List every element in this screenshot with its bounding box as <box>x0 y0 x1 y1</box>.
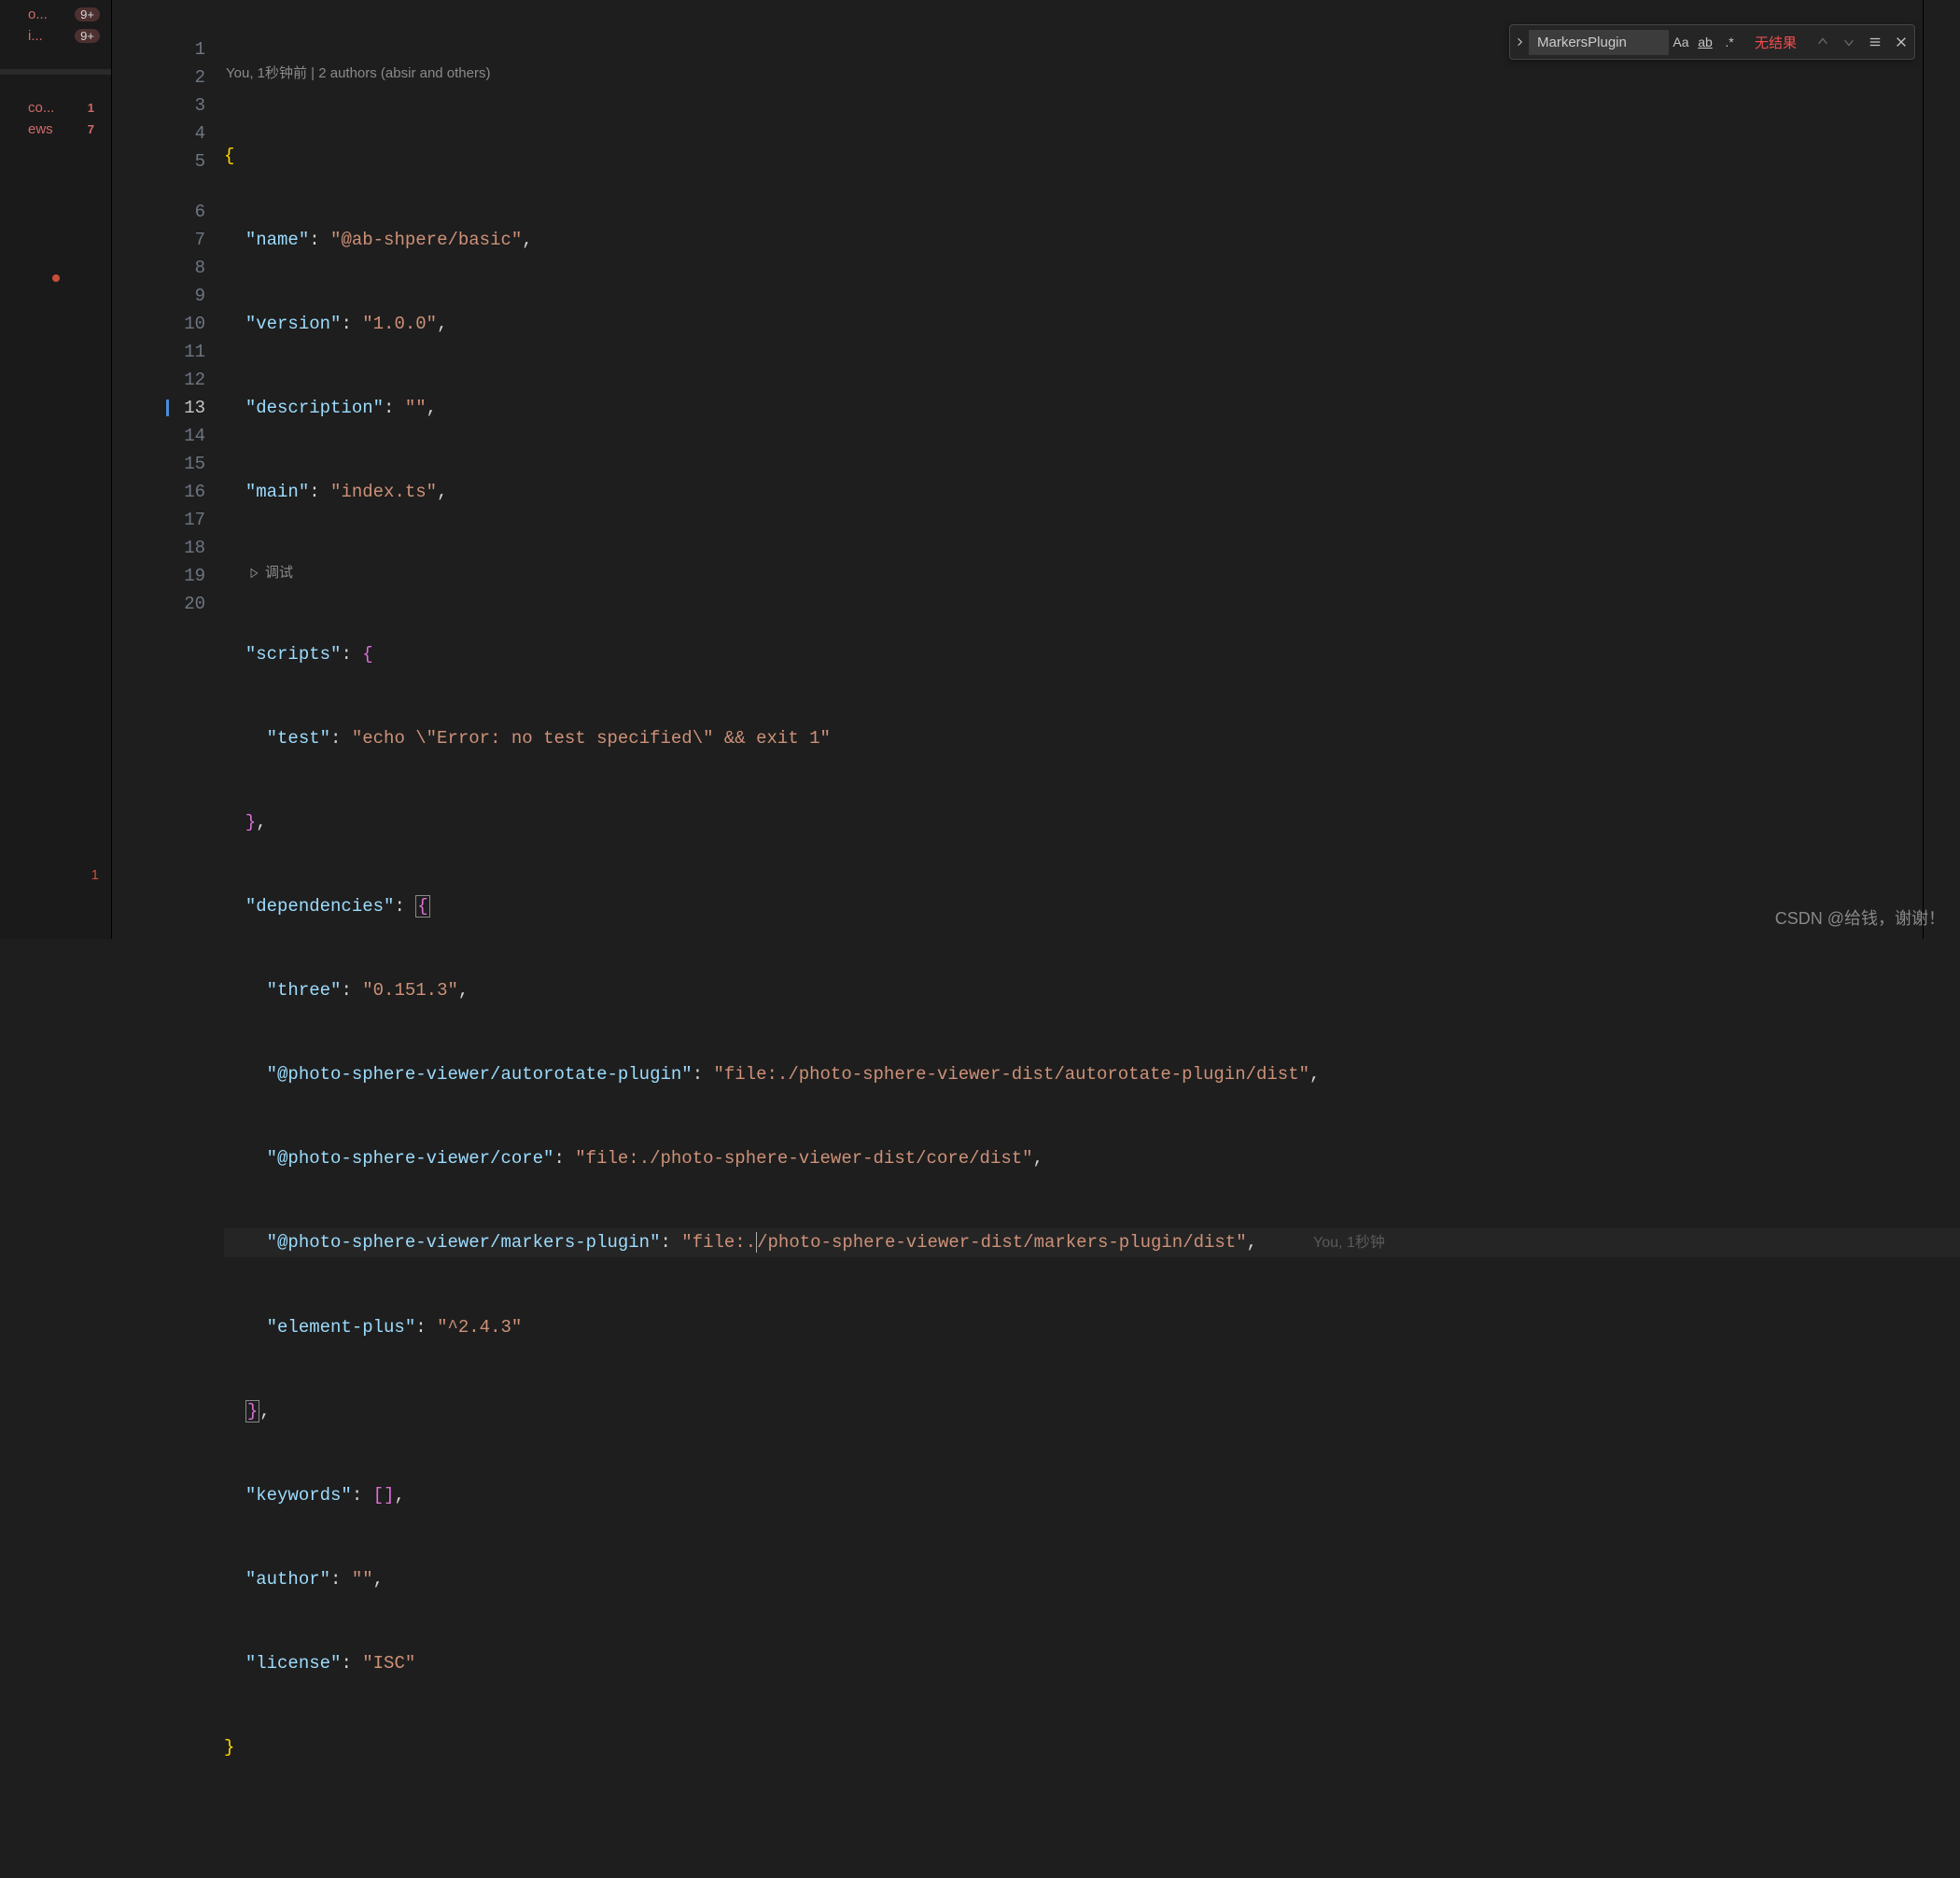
problems-count: 1 <box>0 867 112 883</box>
find-in-selection-icon[interactable] <box>1862 29 1888 55</box>
sidebar-item[interactable]: co...1 <box>0 97 111 119</box>
debug-codelens[interactable]: 调试 <box>224 562 1960 584</box>
inline-blame: You, 1秒钟 <box>1313 1235 1385 1251</box>
minimap[interactable] <box>1923 0 1960 939</box>
expand-replace-icon[interactable] <box>1510 25 1529 59</box>
find-result-count: 无结果 <box>1742 33 1810 52</box>
sidebar-item[interactable]: i...9+ <box>0 25 111 47</box>
find-widget: Aa ab .* 无结果 <box>1509 24 1915 60</box>
badge: 1 <box>82 101 100 115</box>
badge: 9+ <box>75 29 100 43</box>
find-input[interactable] <box>1529 30 1669 55</box>
code-editor[interactable]: You, 1秒钟前 | 2 authors (absir and others)… <box>224 0 1960 939</box>
badge: 7 <box>82 122 100 136</box>
git-blame-lens[interactable]: You, 1秒钟前 | 2 authors (absir and others) <box>224 62 1960 86</box>
watermark: CSDN @给钱，谢谢！ <box>1775 905 1945 930</box>
match-case-toggle[interactable]: Aa <box>1669 30 1693 54</box>
close-find-icon[interactable] <box>1888 29 1914 55</box>
line-number-gutter: 1 2 3 4 5 6 7 8 9 10 11 12 13 14 15 16 1… <box>112 0 224 939</box>
next-match-icon[interactable] <box>1836 29 1862 55</box>
badge: 9+ <box>75 7 100 21</box>
sidebar-item[interactable]: o...9+ <box>0 4 111 25</box>
sidebar-item[interactable]: ews7 <box>0 119 111 140</box>
open-editors-sidebar: o...9+ i...9+ co...1 ews7 1 <box>0 0 112 939</box>
play-icon <box>248 568 259 579</box>
regex-toggle[interactable]: .* <box>1717 30 1742 54</box>
match-word-toggle[interactable]: ab <box>1693 30 1717 54</box>
prev-match-icon[interactable] <box>1810 29 1836 55</box>
error-dot-icon <box>52 274 60 282</box>
